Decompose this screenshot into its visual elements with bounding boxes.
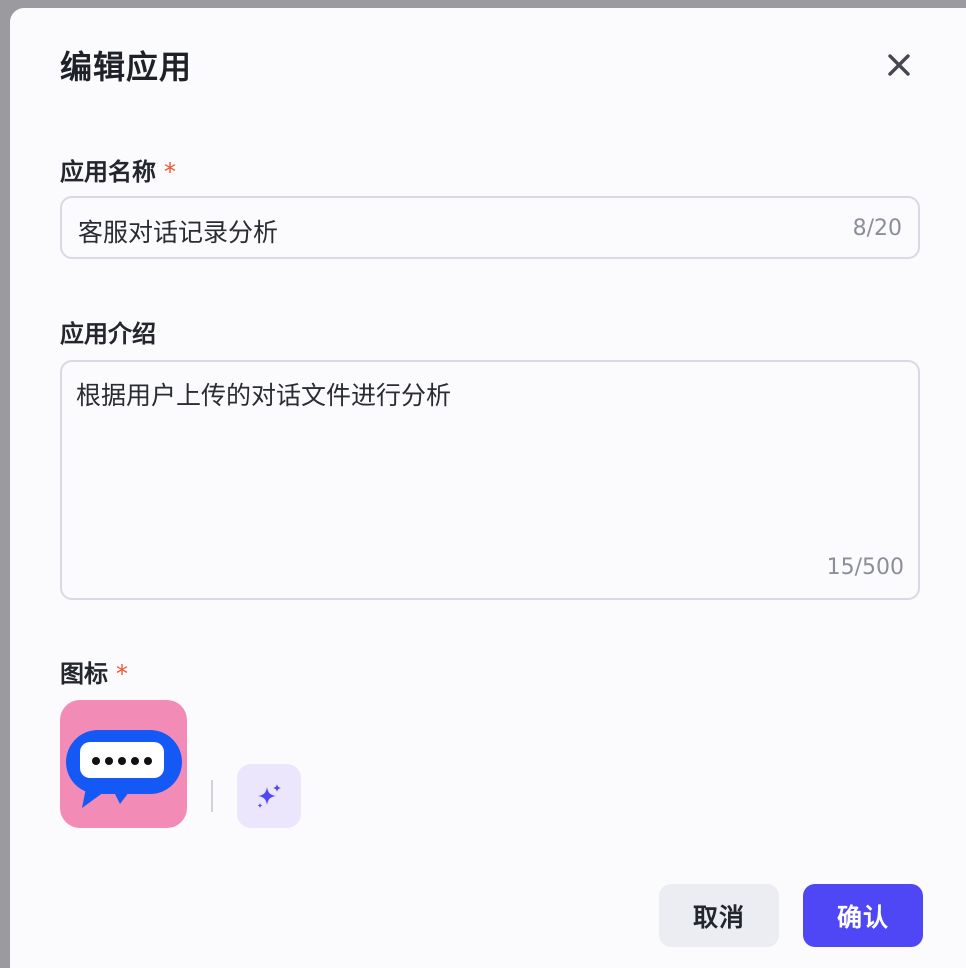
required-mark: *	[116, 660, 128, 688]
confirm-button[interactable]: 确认	[803, 884, 923, 947]
close-icon	[888, 54, 910, 76]
app-name-label-text: 应用名称	[60, 158, 156, 186]
cancel-button[interactable]: 取消	[659, 884, 779, 947]
app-description-textarea[interactable]: 根据用户上传的对话文件进行分析 15/500	[60, 360, 920, 600]
icon-divider	[211, 780, 213, 812]
required-mark: *	[164, 158, 176, 186]
app-description-label: 应用介绍	[60, 320, 156, 348]
app-description-value: 根据用户上传的对话文件进行分析	[76, 381, 452, 410]
ai-generate-icon-button[interactable]	[237, 764, 301, 828]
app-description-counter: 15/500	[826, 555, 904, 580]
app-name-value: 客服对话记录分析	[78, 218, 279, 247]
icon-label: 图标 *	[60, 654, 128, 689]
chat-bubble-icon	[66, 730, 182, 808]
app-name-input[interactable]: 客服对话记录分析 8/20	[60, 196, 920, 259]
icon-label-text: 图标	[60, 660, 108, 688]
sparkle-icon	[257, 784, 281, 808]
edit-app-dialog: 编辑应用 应用名称 * 客服对话记录分析 8/20 应用介绍 根据用户上传的对话文…	[10, 8, 966, 968]
app-name-label: 应用名称 *	[60, 152, 176, 187]
app-name-counter: 8/20	[852, 216, 902, 241]
close-button[interactable]	[882, 48, 916, 82]
dialog-title: 编辑应用	[60, 48, 193, 86]
app-icon-preview[interactable]	[60, 700, 187, 828]
